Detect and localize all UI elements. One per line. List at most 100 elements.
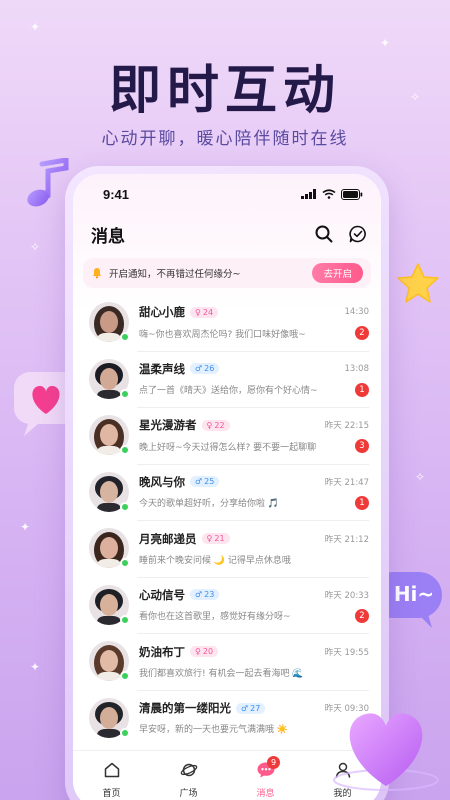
tab-badge: 9	[267, 756, 281, 769]
age-value: 25	[204, 477, 215, 487]
age-gender-tag: ♀ 24	[190, 306, 219, 318]
conversation-info: 心动信号 ♂ 23 昨天 20:33 看你也在这首歌里，感觉好有缘分呀~ 2	[139, 587, 369, 623]
avatar[interactable]	[89, 697, 130, 741]
hi-bubble-text: Hi~	[393, 582, 435, 606]
message-time: 13:08	[344, 363, 370, 374]
contact-name: 奶油布丁	[139, 644, 185, 659]
online-indicator	[120, 671, 130, 682]
avatar[interactable]	[89, 584, 130, 628]
search-icon[interactable]	[315, 225, 333, 243]
tab-label: 消息	[256, 788, 275, 799]
age-value: 24	[202, 307, 214, 317]
age-value: 21	[214, 534, 225, 544]
sparkle-icon: ✦	[20, 520, 31, 534]
male-icon: ♂	[195, 477, 203, 487]
unread-badge: 2	[355, 608, 369, 623]
message-preview: 睡前来个晚安问候 🌙 记得早点休息哦	[139, 555, 291, 566]
conversation-row[interactable]: 甜心小鹿 ♀ 24 14:30 嗨~你也喜欢周杰伦吗? 我们口味好像哦~ 2	[73, 294, 381, 351]
avatar[interactable]	[89, 641, 130, 685]
message-preview: 今天的歌单超好听，分享给你啦 🎵	[139, 499, 280, 510]
avatar[interactable]	[89, 302, 130, 346]
conversation-info: 晚风与你 ♂ 25 昨天 21:47 今天的歌单超好听，分享给你啦 🎵 1	[139, 474, 369, 510]
conversation-row[interactable]: 温柔声线 ♂ 26 13:08 点了一首《晴天》送给你，愿你有个好心情~ 1	[73, 350, 381, 408]
age-gender-tag: ♂ 27	[236, 702, 266, 714]
tab-label: 首页	[102, 788, 121, 799]
online-indicator	[120, 614, 130, 625]
female-icon: ♀	[206, 534, 213, 544]
contact-name: 温柔声线	[139, 361, 185, 376]
male-icon: ♂	[195, 364, 203, 374]
bell-icon	[92, 268, 102, 279]
male-icon: ♂	[241, 703, 249, 713]
heart-icon	[333, 713, 439, 791]
status-time: 9:41	[103, 186, 130, 202]
age-value: 26	[204, 364, 215, 374]
conversation-info: 月亮邮递员 ♀ 21 昨天 21:12 睡前来个晚安问候 🌙 记得早点休息哦	[139, 531, 369, 566]
male-icon: ♂	[195, 590, 203, 600]
avatar[interactable]	[89, 358, 130, 402]
unread-badge: 1	[355, 495, 369, 510]
message-time: 昨天 21:12	[324, 534, 369, 545]
wifi-icon	[322, 189, 336, 199]
avatar[interactable]	[89, 415, 130, 459]
age-gender-tag: ♀ 20	[190, 646, 219, 658]
age-gender-tag: ♀ 22	[201, 419, 230, 431]
tab-label: 广场	[179, 788, 198, 799]
sparkle-icon: ✦	[30, 20, 41, 34]
tab-message[interactable]: 9 消息	[227, 751, 304, 800]
contact-name: 星光漫游者	[139, 418, 197, 433]
enable-notification-button[interactable]: 去开启	[312, 263, 363, 283]
conversation-info: 甜心小鹿 ♀ 24 14:30 嗨~你也喜欢周杰伦吗? 我们口味好像哦~ 2	[139, 304, 370, 341]
message-time: 昨天 22:15	[324, 421, 369, 432]
age-value: 23	[204, 590, 215, 600]
sparkle-icon: ✧	[30, 240, 41, 254]
online-indicator	[120, 332, 130, 343]
conversation-row[interactable]: 心动信号 ♂ 23 昨天 20:33 看你也在这首歌里，感觉好有缘分呀~ 2	[73, 576, 381, 634]
contact-name: 甜心小鹿	[139, 305, 185, 320]
avatar[interactable]	[89, 471, 130, 515]
message-time: 昨天 19:55	[324, 647, 369, 658]
sparkle-icon: ✦	[30, 660, 41, 674]
conversation-row[interactable]: 月亮邮递员 ♀ 21 昨天 21:12 睡前来个晚安问候 🌙 记得早点休息哦	[73, 520, 381, 577]
online-indicator	[120, 445, 130, 456]
mark-read-icon[interactable]	[349, 225, 367, 243]
contact-name: 心动信号	[139, 587, 185, 602]
hero-title: 即时互动	[108, 61, 341, 121]
contact-name: 月亮邮递员	[139, 531, 197, 546]
age-value: 27	[250, 703, 261, 713]
message-time: 14:30	[344, 307, 370, 318]
message-preview: 嗨~你也喜欢周杰伦吗? 我们口味好像哦~	[139, 329, 306, 340]
female-icon: ♀	[206, 420, 213, 430]
tab-planet[interactable]: 广场	[150, 751, 227, 800]
message-time: 昨天 20:33	[324, 590, 369, 601]
conversation-info: 温柔声线 ♂ 26 13:08 点了一首《晴天》送给你，愿你有个好心情~ 1	[139, 361, 369, 397]
age-value: 22	[214, 420, 225, 430]
message-time: 昨天 21:47	[324, 477, 369, 488]
tab-home[interactable]: 首页	[73, 751, 150, 800]
female-icon: ♀	[195, 647, 201, 657]
conversation-row[interactable]: 星光漫游者 ♀ 22 昨天 22:15 晚上好呀~今天过得怎么样? 要不要一起聊…	[73, 407, 381, 464]
online-indicator	[120, 727, 130, 738]
avatar[interactable]	[89, 528, 130, 572]
page-title: 消息	[91, 226, 125, 247]
home-icon	[103, 761, 121, 782]
message-preview: 点了一首《晴天》送给你，愿你有个好心情~	[139, 386, 318, 397]
unread-badge: 2	[355, 326, 369, 341]
online-indicator	[120, 388, 130, 399]
age-gender-tag: ♂ 23	[190, 589, 220, 601]
contact-name: 清晨的第一缕阳光	[139, 701, 231, 716]
sparkle-icon: ✧	[415, 470, 426, 484]
online-indicator	[120, 501, 130, 512]
conversation-row[interactable]: 奶油布丁 ♀ 20 昨天 19:55 我们都喜欢旅行! 有机会一起去看海吧 🌊	[73, 633, 381, 690]
conversation-list: 甜心小鹿 ♀ 24 14:30 嗨~你也喜欢周杰伦吗? 我们口味好像哦~ 2 温…	[73, 294, 381, 746]
hero-subtitle: 心动开聊，暖心陪伴随时在线	[101, 129, 349, 149]
contact-name: 晚风与你	[139, 474, 185, 489]
age-value: 20	[202, 647, 214, 657]
age-gender-tag: ♂ 26	[190, 363, 220, 375]
notification-banner: 开启通知，不再错过任何缘分~ 去开启	[83, 258, 371, 288]
status-bar: 9:41	[73, 174, 381, 214]
star-icon	[397, 263, 439, 303]
conversation-row[interactable]: 晚风与你 ♂ 25 昨天 21:47 今天的歌单超好听，分享给你啦 🎵 1	[73, 463, 381, 521]
unread-badge: 1	[355, 382, 369, 397]
message-preview: 我们都喜欢旅行! 有机会一起去看海吧 🌊	[139, 668, 304, 679]
